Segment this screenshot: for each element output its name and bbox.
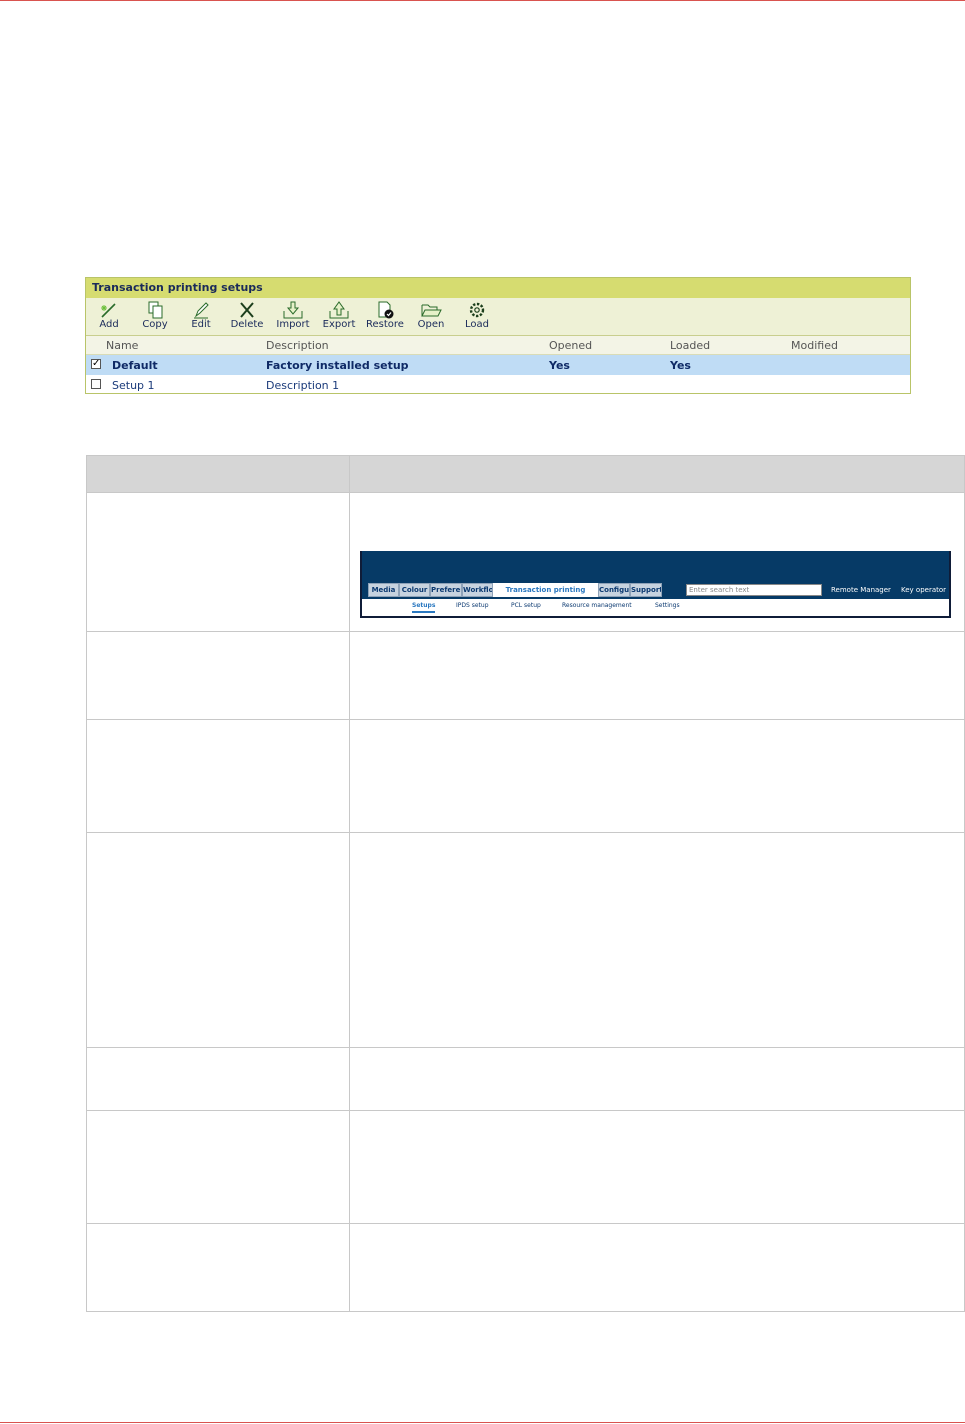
import-label: Import: [276, 319, 310, 330]
table-row[interactable]: ✓ Default Factory installed setup Yes Ye…: [86, 355, 910, 375]
tab-transaction-printing[interactable]: Transaction printing: [493, 583, 598, 597]
export-button[interactable]: Export: [316, 301, 362, 330]
table-cell: [86, 1110, 350, 1224]
row-name: Setup 1: [112, 379, 155, 392]
add-label: Add: [99, 319, 119, 330]
tab-workflow[interactable]: Workflo: [462, 583, 493, 597]
delete-icon: [240, 302, 254, 318]
edit-button[interactable]: Edit: [178, 301, 224, 330]
delete-button[interactable]: Delete: [224, 301, 270, 330]
copy-label: Copy: [142, 319, 168, 330]
load-label: Load: [465, 319, 489, 330]
row-loaded: Yes: [670, 359, 691, 372]
row-checkbox[interactable]: [91, 379, 101, 389]
table-row: [86, 1110, 965, 1224]
table-cell: [86, 719, 350, 833]
tab-support[interactable]: Support: [630, 583, 662, 597]
delete-label: Delete: [230, 319, 264, 330]
table-cell: [86, 631, 350, 720]
table-cell: [349, 1110, 965, 1224]
table-header-row: [86, 455, 965, 493]
key-operator-link[interactable]: Key operator: [901, 586, 946, 594]
panel-title: Transaction printing setups: [86, 278, 910, 298]
subtab-pcl-setup[interactable]: PCL setup: [511, 602, 541, 609]
table-row: [86, 1223, 965, 1312]
restore-label: Restore: [366, 319, 404, 330]
header-cell: [86, 455, 350, 493]
copy-icon: [148, 301, 163, 319]
edit-label: Edit: [191, 319, 211, 330]
column-header-loaded[interactable]: Loaded: [670, 339, 710, 352]
grid-header: Name Description Opened Loaded Modified: [86, 336, 910, 355]
table-row: [86, 832, 965, 1048]
export-label: Export: [322, 319, 356, 330]
tab-configuration[interactable]: Configu: [598, 583, 630, 597]
table-cell: [349, 631, 965, 720]
subtab-settings[interactable]: Settings: [655, 602, 680, 609]
column-header-description[interactable]: Description: [266, 339, 329, 352]
load-button[interactable]: Load: [454, 301, 500, 330]
table-cell: [86, 1223, 350, 1312]
table-cell: [86, 832, 350, 1048]
column-header-opened[interactable]: Opened: [549, 339, 592, 352]
row-description: Description 1: [266, 379, 340, 392]
open-label: Open: [417, 319, 445, 330]
tab-media[interactable]: Media: [368, 583, 399, 597]
navigation-screenshot: Media Colour Preferen Workflo Transactio…: [360, 551, 951, 618]
row-checkbox-checked[interactable]: ✓: [91, 359, 101, 369]
restore-icon: [378, 301, 394, 319]
add-button[interactable]: Add: [86, 301, 132, 330]
header-cell: [349, 455, 965, 493]
open-icon: [421, 304, 442, 317]
row-name: Default: [112, 359, 158, 372]
table-cell: [349, 1223, 965, 1312]
tab-colour[interactable]: Colour: [399, 583, 430, 597]
table-row: [86, 1047, 965, 1111]
row-opened: Yes: [549, 359, 570, 372]
toolbar: Add Copy Edit Delete Import Export Resto…: [86, 298, 910, 336]
table-row[interactable]: Setup 1 Description 1: [86, 375, 910, 395]
column-header-modified[interactable]: Modified: [791, 339, 838, 352]
row-description: Factory installed setup: [266, 359, 409, 372]
subtab-ipds-setup[interactable]: IPDS setup: [456, 602, 489, 609]
table-row: [86, 719, 965, 833]
table-cell: [349, 832, 965, 1048]
table-cell: [86, 1047, 350, 1111]
table-cell: [86, 492, 350, 632]
table-cell: [349, 719, 965, 833]
tab-preferences[interactable]: Preferen: [430, 583, 462, 597]
table-cell: [349, 1047, 965, 1111]
add-icon: [101, 303, 116, 318]
edit-icon: [194, 302, 209, 319]
import-icon: [283, 301, 303, 319]
remote-manager-link[interactable]: Remote Manager: [831, 586, 891, 594]
bottom-rule: [0, 1422, 965, 1423]
transaction-printing-setups-panel: Transaction printing setups Add Copy Edi…: [85, 277, 911, 394]
import-button[interactable]: Import: [270, 301, 316, 330]
subtab-setups[interactable]: Setups: [412, 602, 436, 613]
copy-button[interactable]: Copy: [132, 301, 178, 330]
open-button[interactable]: Open: [408, 301, 454, 330]
table-row: [86, 631, 965, 720]
restore-button[interactable]: Restore: [362, 301, 408, 330]
search-input[interactable]: Enter search text: [686, 584, 822, 596]
column-header-name[interactable]: Name: [106, 339, 138, 352]
subtab-resource-management[interactable]: Resource management: [562, 602, 632, 609]
load-icon: [469, 302, 485, 318]
top-rule: [0, 0, 965, 1]
export-icon: [329, 301, 349, 319]
